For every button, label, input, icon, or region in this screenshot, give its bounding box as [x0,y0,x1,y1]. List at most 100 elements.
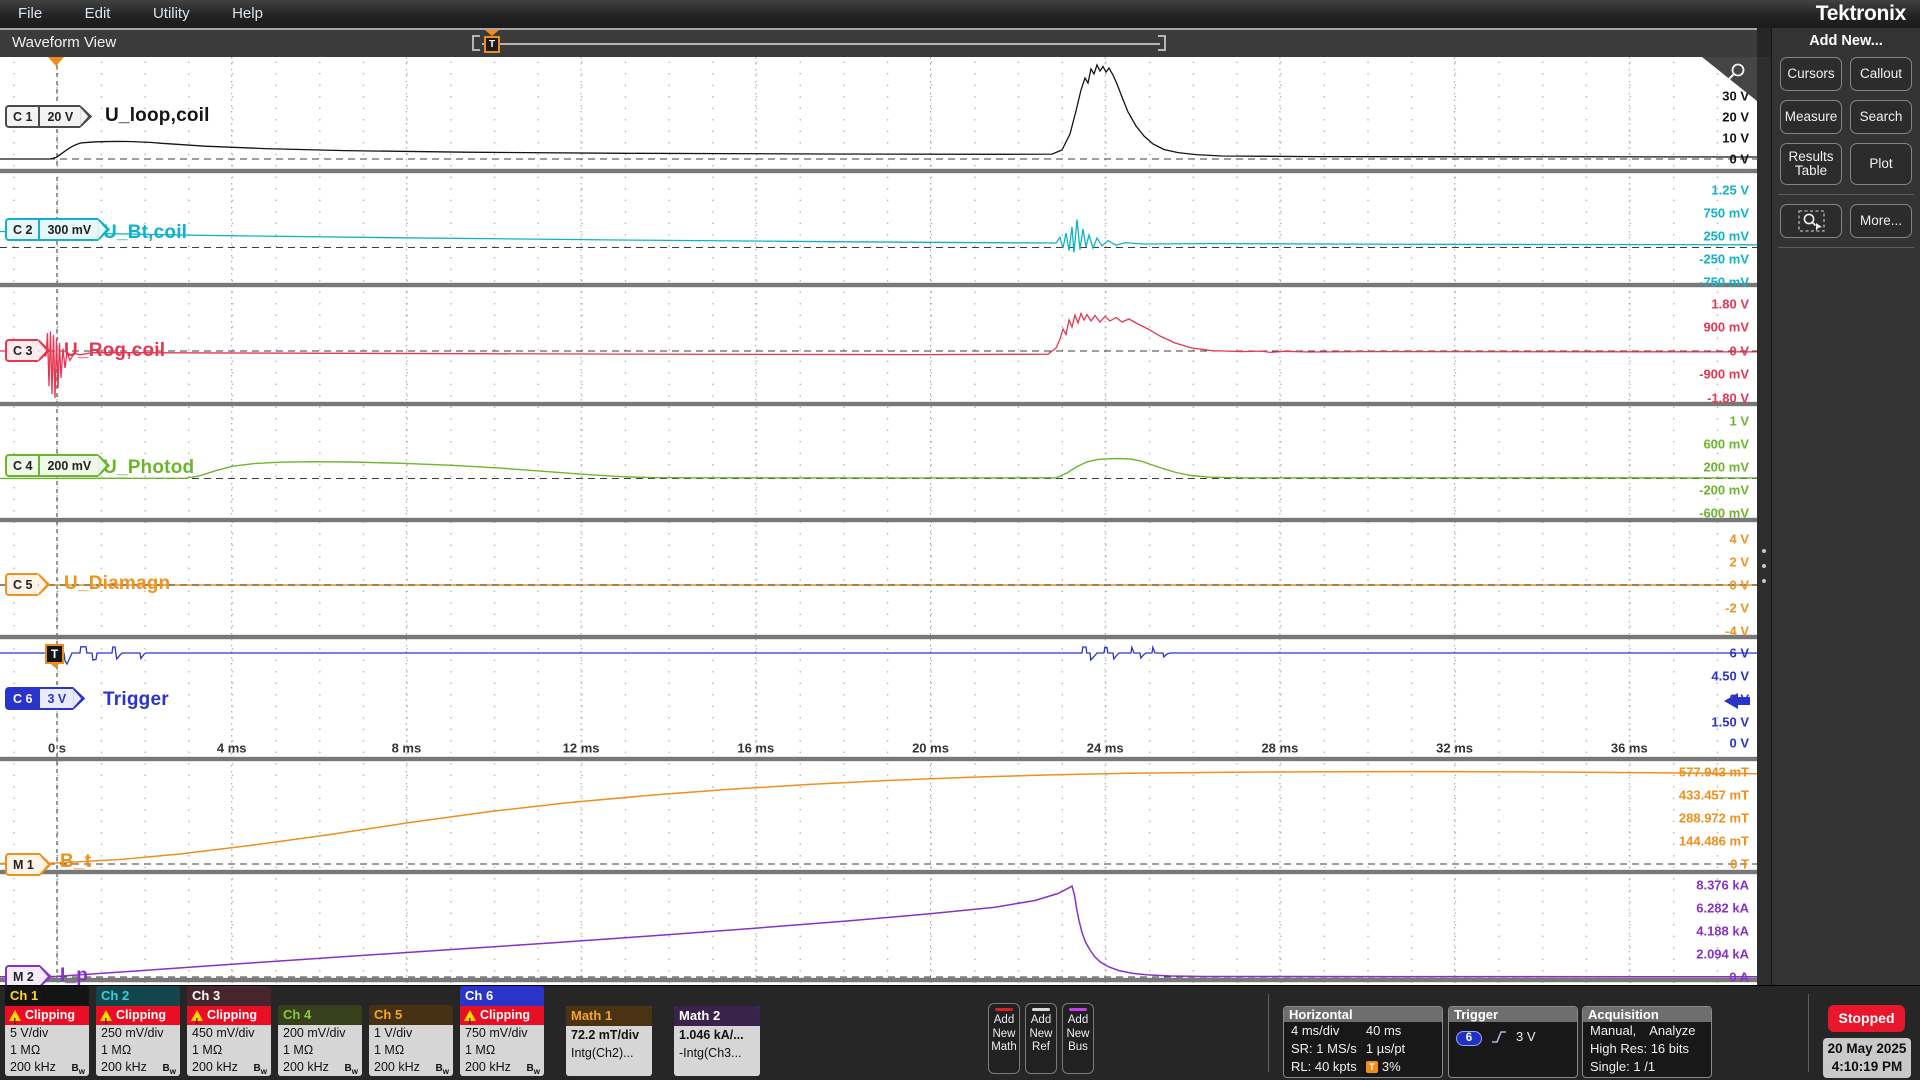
search-button[interactable]: Search [1850,100,1912,134]
menu-help[interactable]: Help [225,0,270,28]
warning-icon [464,1010,476,1021]
accent-line-icon [1069,1008,1087,1011]
trigger-source-marker[interactable]: T [45,644,64,664]
time-axis-label: 32 ms [1436,741,1473,756]
channel-label-c1[interactable]: U_loop,coil [105,105,210,127]
channel-badge-m1[interactable]: M 1 [5,853,52,876]
bandwidth-limit-icon: Bw [163,1060,176,1076]
acquisition-panel[interactable]: Acquisition Manual,Analyze High Res: 16 … [1582,1006,1712,1078]
axis-label-m2: 6.282 kA [1696,901,1749,916]
more-button[interactable]: More... [1850,204,1912,238]
add-new-ref-button[interactable]: AddNewRef [1025,1003,1057,1074]
badge-row: 1 MΩ [5,1042,89,1059]
date: 20 May 2025 [1823,1040,1911,1058]
waveform-display[interactable]: C 120 VU_loop,coil30 V20 V10 V0 VC 2300 … [0,57,1757,985]
axis-label-c4: 600 mV [1703,437,1749,452]
axis-label-c4: 1 V [1729,414,1749,429]
channel-badge-c6[interactable]: C 63 V [5,687,85,710]
time-axis-label: 8 ms [392,741,422,756]
bandwidth-limit-icon: Bw [527,1060,540,1076]
clipping-warning: Clipping [460,1006,544,1025]
menu-edit[interactable]: Edit [78,0,118,28]
record-position-bar[interactable] [482,43,1160,45]
trigger-panel-title: Trigger [1449,1007,1577,1022]
channel-label-m2[interactable]: I_p [60,965,88,985]
acquisition-analyze: Analyze [1649,1022,1704,1040]
channel-badge-m2[interactable]: M 2 [5,965,52,985]
horizontal-window: 40 ms [1366,1022,1435,1040]
bottombar-divider [1808,994,1809,1072]
badge-row: 200 kHzBw [5,1059,89,1076]
channel-settings-badge-ch3[interactable]: Ch 3Clipping450 mV/div1 MΩ200 kHzBw [187,986,271,1076]
math-badge-math1[interactable]: Math 172.2 mT/divIntg(Ch2)... [566,1006,652,1076]
channel-label-c6[interactable]: Trigger [103,689,169,711]
axis-label-c1: 20 V [1722,110,1749,125]
add-new-math-button[interactable]: AddNewMath [988,1003,1020,1074]
math-scale: 1.046 kA/... [674,1026,760,1045]
channel-label-m1[interactable]: B_t [60,851,91,873]
menu-bar: File Edit Utility Help Tektronix [0,0,1920,28]
axis-label-c5: -4 V [1725,624,1749,639]
badge-row: 1 V/div [369,1025,453,1042]
results-table-button[interactable]: Results Table [1780,143,1842,185]
trigger-level-arrow-icon[interactable] [1724,693,1751,709]
axis-label-c4: -600 mV [1699,506,1749,521]
channel-label-c3[interactable]: U_Rog,coil [64,340,165,362]
tektronix-logo: Tektronix [1816,1,1906,27]
channel-badge-c2[interactable]: C 2300 mV [5,218,110,241]
axis-label-c3: 0 V [1729,344,1749,359]
record-right-bracket[interactable] [1158,35,1166,51]
time-axis-label: 0 s [48,741,66,756]
zoom-select-button[interactable] [1780,204,1842,238]
settings-bar: Ch 1Clipping5 V/div1 MΩ200 kHzBwCh 2Clip… [0,985,1920,1080]
channel-settings-badge-ch2[interactable]: Ch 2Clipping250 mV/div1 MΩ200 kHzBw [96,986,180,1076]
cursors-button[interactable]: Cursors [1780,57,1842,91]
axis-label-c1: 10 V [1722,131,1749,146]
run-stop-status[interactable]: Stopped [1828,1005,1905,1032]
accent-line-icon [1032,1008,1050,1011]
channel-badge-c1[interactable]: C 120 V [5,105,92,128]
plot-button[interactable]: Plot [1850,143,1912,185]
measure-button[interactable]: Measure [1780,100,1842,134]
channel-settings-badge-ch5[interactable]: Ch 51 V/div1 MΩ200 kHzBw [369,1005,453,1076]
trigger-position-flag-icon[interactable]: T [484,36,500,53]
axis-label-c3: -1.80 V [1707,391,1749,406]
axis-label-c2: -750 mV [1699,275,1749,290]
acquisition-resolution: High Res: 16 bits [1590,1040,1689,1058]
channel-settings-badge-ch1[interactable]: Ch 1Clipping5 V/div1 MΩ200 kHzBw [5,986,89,1076]
axis-label-c6: 6 V [1729,646,1749,661]
channel-settings-badge-ch4[interactable]: Ch 4200 mV/div1 MΩ200 kHzBw [278,1005,362,1076]
add-new-bus-button[interactable]: AddNewBus [1062,1003,1094,1074]
accent-line-icon [995,1008,1013,1011]
channel-settings-badge-ch6[interactable]: Ch 6Clipping750 mV/div1 MΩ200 kHzBw [460,986,544,1076]
axis-label-m2: 4.188 kA [1696,924,1749,939]
badge-title: Math 1 [566,1006,652,1026]
axis-label-c3: 900 mV [1703,320,1749,335]
callout-button[interactable]: Callout [1850,57,1912,91]
horizontal-panel[interactable]: Horizontal 4 ms/div40 ms SR: 1 MS/s1 µs/… [1283,1006,1443,1078]
sidebar-divider [1778,194,1914,195]
trigger-panel[interactable]: Trigger 6 3 V [1448,1006,1578,1078]
menu-file[interactable]: File [11,0,49,28]
trigger-time-marker-icon[interactable] [48,57,64,66]
channel-label-c5[interactable]: U_Diamagn [64,573,170,595]
badge-row: 200 kHzBw [278,1059,362,1076]
oscilloscope-screen: File Edit Utility Help Tektronix Wavefor… [0,0,1920,1080]
channel-badge-c4[interactable]: C 4200 mV [5,454,110,477]
badge-title: Ch 1 [5,986,89,1006]
bottombar-divider [1268,994,1269,1072]
math-badge-math2[interactable]: Math 21.046 kA/...-Intg(Ch3... [674,1006,760,1076]
sample-interval: 1 µs/pt [1366,1040,1435,1058]
channel-badge-c5[interactable]: C 5 [5,573,50,596]
acquisition-mode: Manual, [1590,1022,1649,1040]
channel-badge-c3[interactable]: C 3 [5,339,50,362]
add-new-sidebar: Add New... Cursors Callout Measure Searc… [1771,28,1920,985]
channel-label-c4[interactable]: U_Photod [103,457,194,479]
zoom-corner-button[interactable] [1702,57,1757,101]
axis-label-c5: 2 V [1729,555,1749,570]
channel-label-c2[interactable]: U_Bt,coil [103,222,187,244]
panel-splitter[interactable] [1757,57,1771,985]
record-left-bracket[interactable] [472,35,480,51]
menu-utility[interactable]: Utility [146,0,197,28]
badge-title: Ch 2 [96,986,180,1006]
